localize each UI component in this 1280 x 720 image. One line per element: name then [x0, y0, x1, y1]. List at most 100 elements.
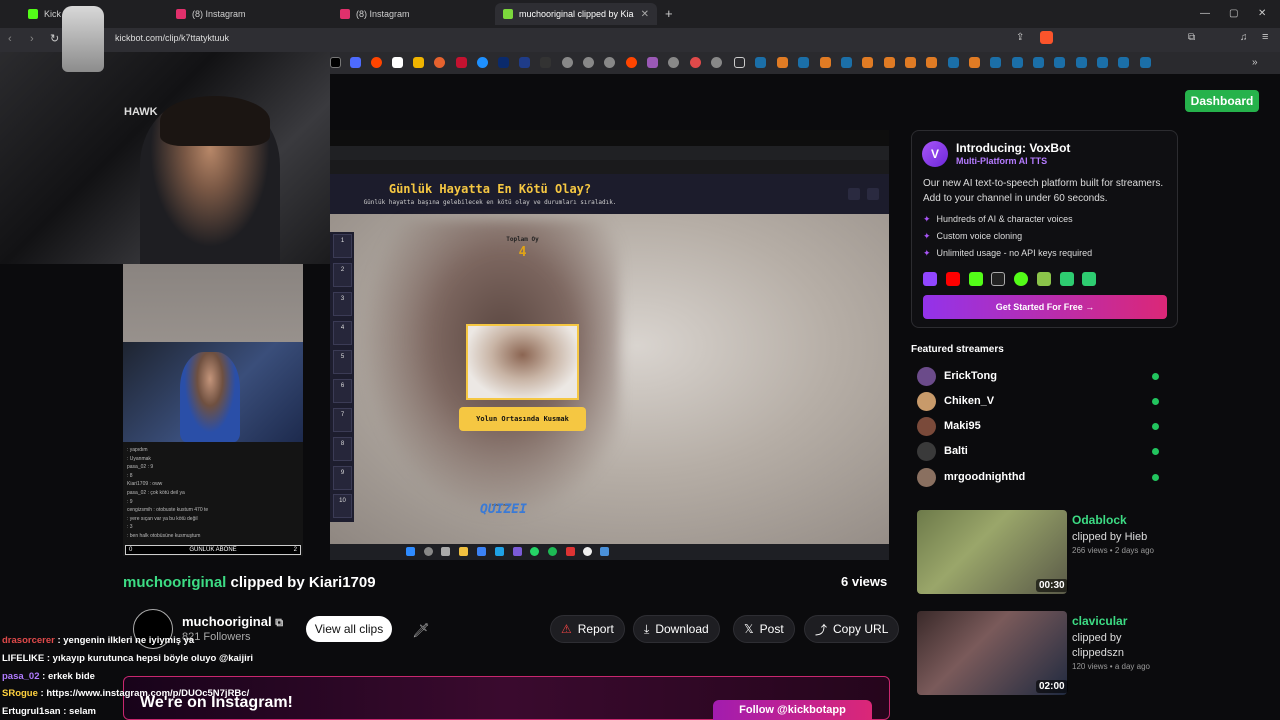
- x-bookmark-icon[interactable]: [330, 57, 341, 68]
- bookmark-icon[interactable]: [884, 57, 895, 68]
- download-button[interactable]: ⤓ Download: [633, 615, 720, 643]
- back-icon[interactable]: ‹: [8, 33, 12, 45]
- related-clip-title[interactable]: clavicular: [1072, 614, 1127, 628]
- rank-slot[interactable]: 1: [333, 234, 352, 258]
- steam-icon[interactable]: [798, 57, 809, 68]
- related-clip-title[interactable]: Odablock: [1072, 513, 1127, 527]
- tab-instagram-2[interactable]: (8) Instagram: [332, 3, 492, 25]
- bookmark-icon[interactable]: [647, 57, 658, 68]
- steam-icon[interactable]: [755, 57, 766, 68]
- rank-slot[interactable]: 4: [333, 321, 352, 345]
- instagram-icon: [176, 9, 186, 19]
- rank-slot[interactable]: 2: [333, 263, 352, 287]
- sparkle-icon: ✦: [923, 248, 931, 258]
- bookmark-icon[interactable]: [350, 57, 361, 68]
- steam-icon[interactable]: [1033, 57, 1044, 68]
- reddit-icon[interactable]: [626, 57, 637, 68]
- bookmark-icon[interactable]: [905, 57, 916, 68]
- reddit-icon[interactable]: [371, 57, 382, 68]
- x-icon: 𝕏: [744, 622, 754, 636]
- steam-icon[interactable]: [841, 57, 852, 68]
- rank-slot[interactable]: 6: [333, 379, 352, 403]
- steam-icon[interactable]: [1140, 57, 1151, 68]
- clip-channel-link[interactable]: muchooriginal: [123, 574, 226, 591]
- view-all-clips-button[interactable]: View all clips: [306, 616, 392, 642]
- chat-line: : 9: [127, 498, 133, 505]
- folder-icon[interactable]: [734, 57, 745, 68]
- follow-instagram-button[interactable]: Follow @kickbotapp: [713, 700, 872, 720]
- close-window-icon[interactable]: ✕: [1258, 8, 1266, 19]
- bookmark-icon[interactable]: [777, 57, 788, 68]
- report-button[interactable]: ⚠ Report: [550, 615, 625, 643]
- kick-bookmark-icon[interactable]: [540, 57, 551, 68]
- platform-icon: [1037, 272, 1051, 286]
- rank-slot[interactable]: 10: [333, 494, 352, 518]
- chat-user: drasorcerer: [2, 635, 55, 646]
- forward-icon[interactable]: ›: [30, 33, 34, 45]
- featured-streamer[interactable]: mrgoodnighthd: [917, 467, 1167, 487]
- nba-icon[interactable]: [498, 57, 509, 68]
- rank-slot[interactable]: 8: [333, 437, 352, 461]
- new-tab-icon[interactable]: +: [665, 6, 673, 21]
- reload-icon[interactable]: ↻: [50, 32, 59, 45]
- steam-icon[interactable]: [1054, 57, 1065, 68]
- post-to-x-button[interactable]: 𝕏 Post: [733, 615, 795, 643]
- fullscreen-icon[interactable]: [867, 188, 879, 200]
- steam-icon[interactable]: [1076, 57, 1087, 68]
- bookmark-icon[interactable]: [456, 57, 467, 68]
- globe-icon[interactable]: [668, 57, 679, 68]
- tab-kickbot-clip[interactable]: muchooriginal clipped by Kia ✕: [495, 3, 657, 25]
- bookmark-icon[interactable]: [926, 57, 937, 68]
- more-bookmarks-icon[interactable]: »: [1252, 57, 1258, 68]
- channel-name[interactable]: muchooriginal ⧉: [182, 614, 283, 630]
- dashboard-button[interactable]: Dashboard: [1185, 90, 1259, 112]
- tab-instagram-1[interactable]: (8) Instagram: [168, 3, 328, 25]
- rank-slot[interactable]: 5: [333, 350, 352, 374]
- featured-streamer[interactable]: ErickTong: [917, 366, 1167, 386]
- bookmark-icon[interactable]: [862, 57, 873, 68]
- rank-slot[interactable]: 9: [333, 466, 352, 490]
- bookmark-icon[interactable]: [820, 57, 831, 68]
- featured-streamer[interactable]: Chiken_V: [917, 391, 1167, 411]
- chat-line: Kiari1709 : oww: [127, 481, 163, 488]
- rank-slot[interactable]: 3: [333, 292, 352, 316]
- rank-slot[interactable]: 7: [333, 408, 352, 432]
- steam-icon[interactable]: [990, 57, 1001, 68]
- bookmark-icon[interactable]: [477, 57, 488, 68]
- steam-icon[interactable]: [948, 57, 959, 68]
- globe-icon[interactable]: [604, 57, 615, 68]
- globe-icon[interactable]: [562, 57, 573, 68]
- steam-icon[interactable]: [1097, 57, 1108, 68]
- url-field[interactable]: kickbot.com/clip/k7ttatyktuuk: [115, 33, 229, 43]
- bookmark-icon[interactable]: [434, 57, 445, 68]
- external-link-icon: ⧉: [275, 617, 284, 629]
- bookmark-icon[interactable]: [969, 57, 980, 68]
- clip-views: 6 views: [841, 574, 888, 589]
- share-icon[interactable]: ⇪: [1016, 32, 1024, 43]
- related-clip-meta: 120 views • a day ago: [1072, 662, 1150, 671]
- globe-icon[interactable]: [583, 57, 594, 68]
- featured-streamer[interactable]: Balti: [917, 441, 1167, 461]
- close-tab-icon[interactable]: ✕: [641, 9, 649, 20]
- menu-icon[interactable]: ≡: [1262, 31, 1268, 43]
- extensions-icon[interactable]: ⧉: [1188, 32, 1195, 43]
- avatar: [917, 467, 936, 487]
- bookmark-icon[interactable]: [690, 57, 701, 68]
- media-icon[interactable]: ♫: [1240, 32, 1248, 43]
- steam-icon[interactable]: [1118, 57, 1129, 68]
- bookmark-icon[interactable]: [392, 57, 403, 68]
- bookmark-icon[interactable]: [519, 57, 530, 68]
- flag-icon[interactable]: [848, 188, 860, 200]
- featured-streamer[interactable]: Maki95: [917, 416, 1167, 436]
- steam-icon[interactable]: [1012, 57, 1023, 68]
- minimize-icon[interactable]: —: [1200, 8, 1210, 19]
- quiz-option-button[interactable]: Yolun Ortasında Kusmak: [459, 407, 586, 431]
- maximize-icon[interactable]: ▢: [1229, 8, 1238, 19]
- brave-shield-icon[interactable]: [1040, 31, 1053, 44]
- get-started-button[interactable]: Get Started For Free →: [923, 295, 1167, 319]
- whatsapp-icon: [530, 547, 539, 556]
- bookmark-icon[interactable]: [413, 57, 424, 68]
- sword-icon: 🗡: [412, 622, 430, 638]
- bookmark-icon[interactable]: [711, 57, 722, 68]
- copy-url-button[interactable]: ⤴ Copy URL: [804, 615, 900, 643]
